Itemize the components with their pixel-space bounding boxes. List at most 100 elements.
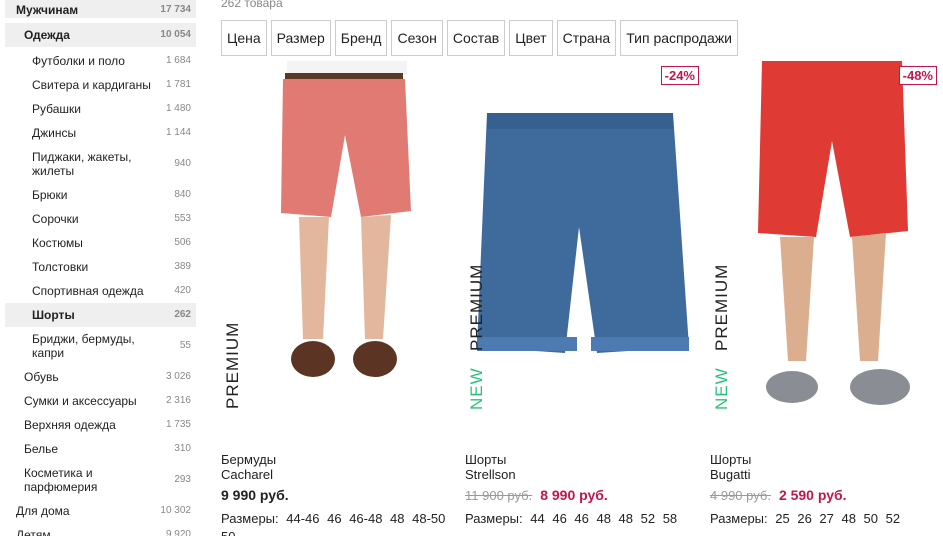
- sidebar-item-count: 10 302: [160, 505, 191, 516]
- category-sidebar: Мужчинам 17 734 Одежда 10 054 Футболки и…: [5, 0, 196, 536]
- new-badge: NEW: [712, 367, 731, 410]
- sidebar-item-count: 1 735: [165, 419, 191, 430]
- filter-price-button[interactable]: Цена: [221, 20, 267, 56]
- sidebar-item-bermudas[interactable]: Бриджи, бермуды, капри 55: [5, 327, 196, 365]
- sizes-label: Размеры:: [465, 511, 523, 526]
- new-badge: NEW: [467, 367, 486, 410]
- sidebar-item-label: Верхняя одежда: [24, 418, 116, 432]
- shorts-photo: [477, 107, 689, 353]
- sidebar-item-count: 389: [174, 261, 191, 272]
- sidebar-item-count: 840: [174, 189, 191, 200]
- sidebar-item-count: 17 734: [160, 4, 191, 15]
- filter-season-button[interactable]: Сезон: [391, 20, 443, 56]
- sidebar-item-shorts[interactable]: Шорты 262: [5, 303, 196, 327]
- filter-sale-type-button[interactable]: Тип распродажи: [620, 20, 739, 56]
- sidebar-item-label: Джинсы: [32, 126, 77, 140]
- product-sizes: Размеры: 44 46 46 48 48 52 58: [465, 510, 705, 528]
- discount-badge: -24%: [660, 66, 699, 85]
- filter-composition-button[interactable]: Состав: [446, 20, 506, 56]
- sidebar-item-cosmetics[interactable]: Косметика и парфюмерия 293: [5, 461, 196, 499]
- sidebar-item-label: Шорты: [32, 308, 75, 322]
- sidebar-item-count: 262: [174, 309, 191, 320]
- sidebar-item-men[interactable]: Мужчинам 17 734: [5, 0, 196, 18]
- sidebar-item-dress-shirts[interactable]: Сорочки 553: [5, 207, 196, 231]
- product-type: Шорты: [465, 452, 507, 467]
- product-brand[interactable]: Bugatti: [710, 467, 943, 483]
- sidebar-item-label: Футболки и поло: [32, 54, 125, 68]
- discount-badge: -48%: [898, 66, 937, 85]
- sizes-label: Размеры:: [221, 511, 279, 526]
- sidebar-item-count: 553: [174, 213, 191, 224]
- sidebar-item-label: Рубашки: [32, 102, 81, 116]
- shorts-photo: [281, 61, 411, 377]
- sidebar-list: Мужчинам 17 734 Одежда 10 054 Футболки и…: [5, 0, 196, 536]
- sidebar-item-count: 2 316: [165, 395, 191, 406]
- sidebar-item-count: 1 480: [165, 103, 191, 114]
- sidebar-item-label: Толстовки: [32, 260, 89, 274]
- sidebar-item-kids[interactable]: Детям 9 920: [5, 523, 196, 536]
- product-type: Бермуды: [221, 452, 277, 467]
- product-image[interactable]: -24% PREMIUM NEW: [465, 61, 705, 416]
- sidebar-item-trousers[interactable]: Брюки 840: [5, 183, 196, 207]
- sidebar-item-sweaters[interactable]: Свитера и кардиганы 1 781: [5, 73, 196, 97]
- product-info: Бермуды Cacharel 9 990 руб. Размеры: 44-…: [221, 452, 461, 536]
- sizes-values: 25 26 27 48 50 52: [775, 511, 901, 526]
- sizes-values: 44 46 46 48 48 52 58: [530, 511, 678, 526]
- sidebar-item-label: Сорочки: [32, 212, 79, 226]
- sidebar-item-label: Пиджаки, жакеты, жилеты: [32, 150, 132, 178]
- sidebar-item-shirts[interactable]: Рубашки 1 480: [5, 97, 196, 121]
- sidebar-item-count: 420: [174, 285, 191, 296]
- shorts-photo: [758, 61, 910, 405]
- product-card[interactable]: PREMIUM Бермуды Cacharel 9 990 руб. Разм…: [221, 61, 461, 536]
- sizes-label: Размеры:: [710, 511, 768, 526]
- sidebar-item-count: 9 920: [165, 529, 191, 536]
- product-sizes: Размеры: 25 26 27 48 50 52: [710, 510, 943, 528]
- price-current: 9 990 руб.: [221, 487, 289, 503]
- sidebar-item-count: 310: [174, 443, 191, 454]
- sidebar-item-jeans[interactable]: Джинсы 1 144: [5, 121, 196, 145]
- sidebar-item-count: 3 026: [165, 371, 191, 382]
- sidebar-item-label: Бриджи, бермуды, капри: [32, 332, 135, 360]
- sidebar-item-shoes[interactable]: Обувь 3 026: [5, 365, 196, 389]
- product-image[interactable]: -48% PREMIUM NEW: [710, 61, 943, 416]
- sidebar-item-count: 10 054: [160, 29, 191, 40]
- sidebar-item-label: Одежда: [24, 28, 70, 42]
- filter-size-button[interactable]: Размер: [270, 20, 331, 56]
- sidebar-item-tshirts[interactable]: Футболки и поло 1 684: [5, 49, 196, 73]
- sidebar-item-label: Обувь: [24, 370, 59, 384]
- sidebar-item-label: Костюмы: [32, 236, 83, 250]
- price-current: 2 590 руб.: [778, 487, 847, 503]
- sidebar-item-hoodies[interactable]: Толстовки 389: [5, 255, 196, 279]
- sidebar-item-label: Спортивная одежда: [32, 284, 144, 298]
- sidebar-item-label: Мужчинам: [16, 3, 79, 17]
- product-card[interactable]: -48% PREMIUM NEW Шорты Bugatti 4 990 руб…: [710, 61, 943, 526]
- product-price: 11 900 руб. 8 990 руб.: [465, 487, 705, 506]
- product-sizes: Размеры: 44-46 46 46-48 48 48-50 50: [221, 510, 461, 536]
- filter-brand-button[interactable]: Бренд: [334, 20, 388, 56]
- sidebar-item-clothing[interactable]: Одежда 10 054: [5, 23, 196, 47]
- product-image[interactable]: PREMIUM: [221, 61, 461, 416]
- sidebar-item-suits[interactable]: Костюмы 506: [5, 231, 196, 255]
- filter-country-button[interactable]: Страна: [556, 20, 617, 56]
- product-brand[interactable]: Strellson: [465, 467, 705, 483]
- filter-color-button[interactable]: Цвет: [509, 20, 553, 56]
- sidebar-item-label: Свитера и кардиганы: [32, 78, 151, 92]
- premium-badge: PREMIUM: [467, 263, 486, 351]
- sidebar-item-count: 1 144: [165, 127, 191, 138]
- product-card[interactable]: -24% PREMIUM NEW Шорты Strellson 11 900 …: [465, 61, 705, 526]
- sidebar-item-count: 506: [174, 237, 191, 248]
- sidebar-item-sportswear[interactable]: Спортивная одежда 420: [5, 279, 196, 303]
- sidebar-item-jackets[interactable]: Пиджаки, жакеты, жилеты 940: [5, 145, 196, 183]
- sidebar-item-label: Детям: [16, 528, 51, 536]
- price-current: 8 990 руб.: [540, 487, 608, 503]
- sidebar-item-bags[interactable]: Сумки и аксессуары 2 316: [5, 389, 196, 413]
- sidebar-item-outerwear[interactable]: Верхняя одежда 1 735: [5, 413, 196, 437]
- sidebar-item-home[interactable]: Для дома 10 302: [5, 499, 196, 523]
- premium-badge: PREMIUM: [712, 263, 731, 351]
- product-type: Шорты: [710, 452, 752, 467]
- product-brand[interactable]: Cacharel: [221, 467, 461, 483]
- sidebar-item-underwear[interactable]: Белье 310: [5, 437, 196, 461]
- price-old: 11 900 руб.: [465, 488, 533, 503]
- product-price: 9 990 руб.: [221, 487, 461, 506]
- sidebar-item-label: Для дома: [16, 504, 70, 518]
